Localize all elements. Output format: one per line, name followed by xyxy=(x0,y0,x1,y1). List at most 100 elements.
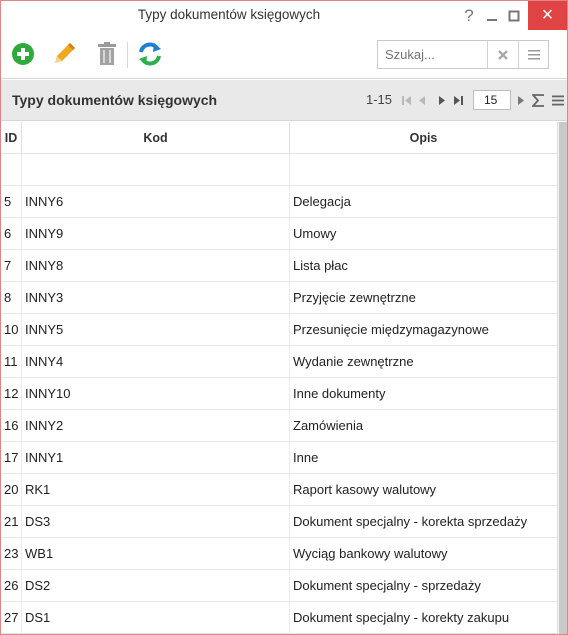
first-page-button[interactable] xyxy=(400,94,412,107)
arrow-right-icon xyxy=(517,96,524,105)
cell-kod: INNY3 xyxy=(22,282,290,314)
last-page-button[interactable] xyxy=(452,94,464,107)
window-title: Typy dokumentów księgowych xyxy=(137,7,321,22)
page-range: 1-15 xyxy=(366,92,393,107)
table-row[interactable]: 26 DS2 Dokument specjalny - sprzedaży xyxy=(1,570,557,602)
grid-header: Typy dokumentów księgowych 1-15 15 xyxy=(1,80,567,121)
page-size-arrow-button[interactable] xyxy=(514,94,526,107)
cell-id: 23 xyxy=(1,538,22,570)
table-row[interactable]: 6 INNY9 Umowy xyxy=(1,218,557,250)
cell-id: 16 xyxy=(1,410,22,442)
cell-opis: Delegacja xyxy=(293,194,351,209)
prev-page-icon xyxy=(418,96,425,105)
table-row[interactable]: 7 INNY8 Lista płac xyxy=(1,250,557,282)
table-row[interactable]: 5 INNY6 Delegacja xyxy=(1,186,557,218)
cell-kod: WB1 xyxy=(22,538,290,570)
hamburger-icon xyxy=(528,49,540,59)
cell-kod: INNY5 xyxy=(22,314,290,346)
cell-kod: INNY8 xyxy=(22,250,290,282)
page-size-input[interactable]: 15 xyxy=(473,90,511,110)
cell-opis: Raport kasowy walutowy xyxy=(293,482,437,497)
maximize-icon xyxy=(508,10,520,21)
cell-opis: Przesunięcie międzymagazynowe xyxy=(293,322,489,337)
sigma-icon xyxy=(531,94,544,107)
cell-id: 7 xyxy=(1,250,22,282)
minimize-icon xyxy=(487,18,497,21)
scrollbar-thumb[interactable] xyxy=(559,122,567,634)
cell-kod: INNY9 xyxy=(22,218,290,250)
trash-icon xyxy=(98,42,116,65)
window: Typy dokumentów księgowych ? × Szukaj...… xyxy=(0,0,568,635)
cell-opis: Wydanie zewnętrzne xyxy=(293,354,414,369)
cell-opis: Dokument specjalny - korekta sprzedaży xyxy=(293,514,528,529)
plus-circle-icon xyxy=(12,43,34,65)
cell-kod: RK1 xyxy=(22,474,290,506)
column-header-id[interactable]: ID xyxy=(1,122,22,154)
table-row[interactable]: 8 INNY3 Przyjęcie zewnętrzne xyxy=(1,282,557,314)
first-page-icon xyxy=(401,96,411,105)
maximize-button[interactable] xyxy=(503,1,525,30)
cell-id: 26 xyxy=(1,570,22,602)
search-input[interactable] xyxy=(378,41,488,68)
title-bar: Typy dokumentów księgowych ? × xyxy=(1,1,567,30)
prev-page-button[interactable] xyxy=(416,94,428,107)
refresh-icon xyxy=(139,42,161,66)
pencil-icon xyxy=(55,43,75,63)
vertical-scrollbar[interactable] xyxy=(557,122,567,634)
cell-id: 10 xyxy=(1,314,22,346)
cell-id: 5 xyxy=(1,186,22,218)
table-row[interactable]: 17 INNY1 Inne xyxy=(1,442,557,474)
table-row[interactable]: 27 DS1 Dokument specjalny - korekty zakupu xyxy=(1,602,557,634)
table-row[interactable]: 12 INNY10 Inne dokumenty xyxy=(1,378,557,410)
cell-opis: Wyciąg bankowy walutowy xyxy=(293,546,448,561)
cell-kod: DS1 xyxy=(22,602,290,634)
cell-kod: DS3 xyxy=(22,506,290,538)
cell-id xyxy=(1,154,22,186)
last-page-icon xyxy=(453,96,463,105)
minimize-button[interactable] xyxy=(481,1,503,30)
refresh-button[interactable] xyxy=(136,40,164,68)
cell-id: 12 xyxy=(1,378,22,410)
grid-menu-button[interactable] xyxy=(551,94,564,107)
edit-button[interactable] xyxy=(50,40,78,68)
clear-search-button[interactable] xyxy=(487,41,518,68)
cell-opis: Inne dokumenty xyxy=(293,386,386,401)
next-page-icon xyxy=(438,96,445,105)
cell-opis: Dokument specjalny - korekty zakupu xyxy=(293,610,510,625)
close-button[interactable]: × xyxy=(528,1,567,30)
search-menu-button[interactable] xyxy=(518,41,549,68)
next-page-button[interactable] xyxy=(435,94,447,107)
table-row[interactable]: 16 INNY2 Zamówienia xyxy=(1,410,557,442)
table-row[interactable] xyxy=(1,154,557,186)
add-button[interactable] xyxy=(9,40,37,68)
cell-id: 6 xyxy=(1,218,22,250)
x-icon xyxy=(498,49,508,60)
cell-id: 8 xyxy=(1,282,22,314)
sum-button[interactable] xyxy=(531,94,544,107)
cell-opis: Lista płac xyxy=(293,258,348,273)
cell-kod: DS2 xyxy=(22,570,290,602)
search-box xyxy=(377,40,549,69)
help-button[interactable]: ? xyxy=(457,1,481,30)
table-body: 5 INNY6 Delegacja 6 INNY9 Umowy 7 INNY8 Lista pł… xyxy=(1,154,557,634)
table-row[interactable]: 11 INNY4 Wydanie zewnętrzne xyxy=(1,346,557,378)
cell-opis: Dokument specjalny - sprzedaży xyxy=(293,578,481,593)
cell-kod: INNY2 xyxy=(22,410,290,442)
cell-kod: INNY10 xyxy=(22,378,290,410)
delete-button[interactable] xyxy=(93,40,121,68)
column-header-kod[interactable]: Kod xyxy=(22,122,290,154)
table-row[interactable]: 21 DS3 Dokument specjalny - korekta sprzed… xyxy=(1,506,557,538)
cell-opis: Przyjęcie zewnętrzne xyxy=(293,290,416,305)
cell-kod xyxy=(22,154,290,186)
table-row[interactable]: 23 WB1 Wyciąg bankowy walutowy xyxy=(1,538,557,570)
table-row[interactable]: 10 INNY5 Przesunięcie międzymagazynowe xyxy=(1,314,557,346)
cell-id: 27 xyxy=(1,602,22,634)
cell-id: 11 xyxy=(1,346,22,378)
table-row[interactable]: 20 RK1 Raport kasowy walutowy xyxy=(1,474,557,506)
cell-kod: INNY1 xyxy=(22,442,290,474)
cell-id: 20 xyxy=(1,474,22,506)
toolbar-separator xyxy=(127,42,128,68)
table-header: ID Kod Opis xyxy=(1,122,557,154)
column-header-opis[interactable]: Opis xyxy=(290,122,557,154)
cell-kod: INNY4 xyxy=(22,346,290,378)
